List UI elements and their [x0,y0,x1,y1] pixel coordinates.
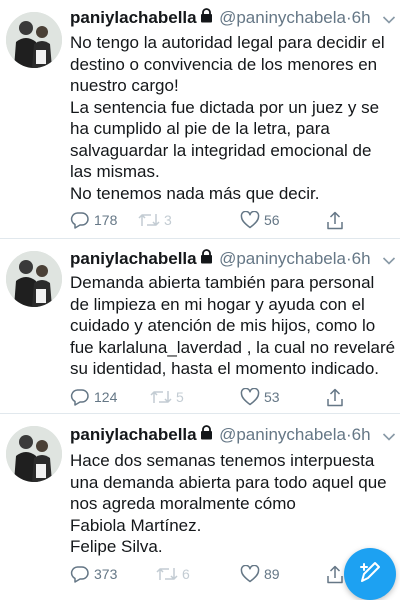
tweet-text-line: cuidado y atención de mis hijos, como lo [70,316,376,335]
tweet-text-line: Fabiola Martínez. [70,515,202,535]
user-handle[interactable]: @paninychabela [219,425,346,444]
retweet-count: 3 [164,212,172,228]
reply-count: 373 [94,566,118,582]
tweet-text-line: nos agreda moralmente cómo [70,494,296,513]
tweet-header: paniylachabella @paninychabela·6h [70,425,400,449]
lock-icon [200,249,213,269]
retweet-count: 5 [176,389,184,405]
retweet-button[interactable]: 6 [156,562,190,586]
avatar[interactable] [6,426,62,482]
reply-icon [70,211,90,229]
share-button[interactable] [326,208,344,232]
heart-icon [240,388,260,406]
tweet[interactable]: paniylachabella @paninychabela·6h No ten… [0,0,400,238]
tweet-text-line: su identidad, hasta el momento indicado. [70,359,380,378]
user-handle[interactable]: @paninychabela [219,8,346,27]
tweet-text-line: Demanda abierta también para personal [70,273,375,292]
reply-icon [70,388,90,406]
lock-icon [200,425,213,445]
tweet-text-line: salvaguardar la integridad emocional de [70,140,372,160]
share-icon [326,211,344,230]
tweet-text-line: ha cumplido al pie de la letra, para [70,119,330,138]
heart-icon [240,565,260,583]
like-count: 53 [264,389,280,405]
lock-icon [200,8,213,28]
share-button[interactable] [326,385,344,409]
tweet-header: paniylachabella @paninychabela·6h [70,8,400,32]
tweet-text: No tengo la autoridad legal para decidir… [70,32,396,204]
retweet-button[interactable]: 5 [150,385,184,409]
compose-tweet-icon [357,559,383,590]
tweet-text-line: No tenemos nada más que decir. [70,183,320,203]
timestamp[interactable]: 6h [352,8,371,27]
tweet-text-line: una demanda abierta para todo aquel que [70,472,387,492]
retweet-icon [138,212,160,228]
tweet-text-line: nuestro cargo! [70,76,179,95]
tweet-actions: 373 6 89 [70,562,370,586]
compose-tweet-button[interactable] [344,548,396,600]
tweet-text-line: Felipe Silva. [70,537,163,556]
share-button[interactable] [326,562,344,586]
retweet-button[interactable]: 3 [138,208,172,232]
reply-button[interactable]: 178 [70,208,117,232]
tweet-text: Hace dos semanas tenemos interpuesta una… [70,450,396,558]
heart-icon [240,211,260,229]
reply-button[interactable]: 373 [70,562,117,586]
timestamp[interactable]: 6h [352,249,371,268]
share-icon [326,388,344,407]
tweet-text-line: de limpieza en mi hogar y ayuda con el [70,294,365,314]
tweet-text-line: La sentencia fue dictada por un juez y s… [70,97,380,117]
tweet[interactable]: paniylachabella @paninychabela·6h Hace d… [0,414,400,600]
tweet-text: Demanda abierta también para personal de… [70,272,396,380]
chevron-down-icon[interactable] [382,253,396,271]
tweet-text-line: las mismas. [70,162,160,181]
reply-count: 178 [94,212,118,228]
tweet-actions: 124 5 53 [70,385,370,409]
tweet-header: paniylachabella @paninychabela·6h [70,249,400,273]
user-handle[interactable]: @paninychabela [219,249,346,268]
like-button[interactable]: 56 [240,208,280,232]
reply-icon [70,565,90,583]
reply-count: 124 [94,389,118,405]
chevron-down-icon[interactable] [382,12,396,30]
like-button[interactable]: 89 [240,562,280,586]
display-name[interactable]: paniylachabella [70,249,197,268]
like-count: 89 [264,566,280,582]
share-icon [326,565,344,584]
tweet-text-line: destino o convivencia de los menores en [70,54,378,74]
like-count: 56 [264,212,280,228]
avatar[interactable] [6,12,62,68]
avatar[interactable] [6,251,62,307]
tweet[interactable]: paniylachabella @paninychabela·6h Demand… [0,239,400,413]
tweet-actions: 178 3 56 [70,208,370,232]
tweet-text-line: Hace dos semanas tenemos interpuesta [70,451,375,470]
tweet-text-line: No tengo la autoridad legal para decidir… [70,33,385,52]
chevron-down-icon[interactable] [382,429,396,447]
retweet-icon [150,389,172,405]
reply-button[interactable]: 124 [70,385,117,409]
like-button[interactable]: 53 [240,385,280,409]
retweet-count: 6 [182,566,190,582]
retweet-icon [156,566,178,582]
display-name[interactable]: paniylachabella [70,425,197,444]
display-name[interactable]: paniylachabella [70,8,197,27]
timestamp[interactable]: 6h [352,425,371,444]
tweet-text-line: fue karlaluna_laverdad , la cual no reve… [70,337,396,357]
